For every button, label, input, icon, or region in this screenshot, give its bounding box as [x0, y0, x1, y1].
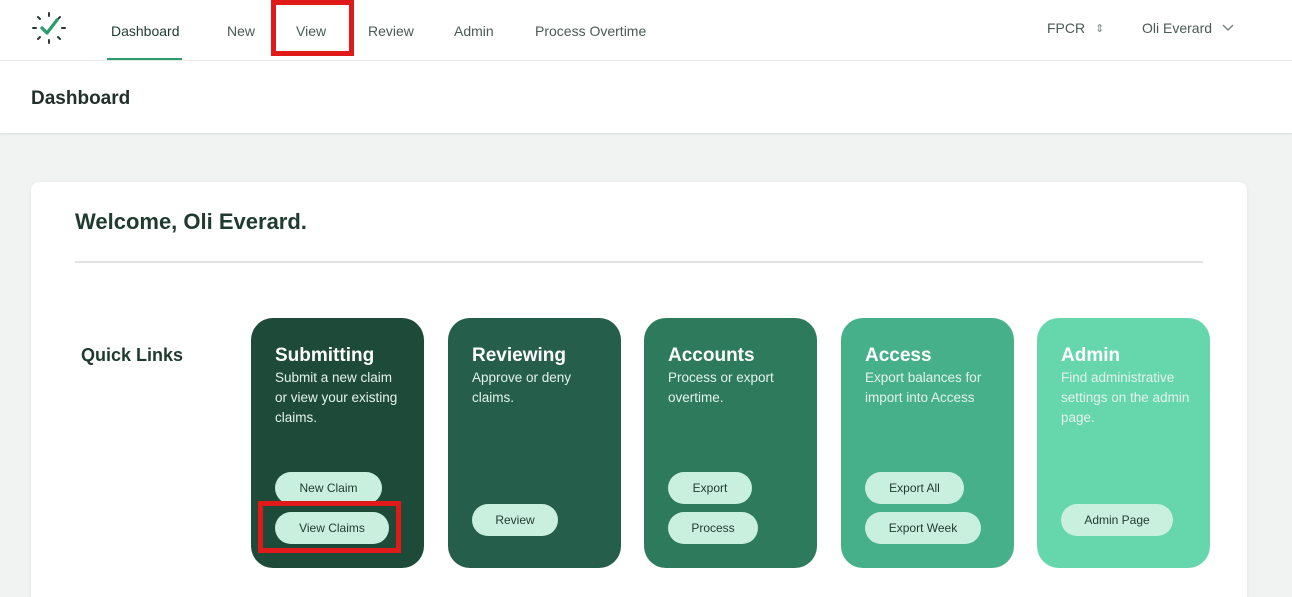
nav-view[interactable]: View — [296, 0, 326, 61]
nav-review[interactable]: Review — [368, 0, 414, 61]
page-title: Dashboard — [31, 88, 131, 109]
tile-accounts: Accounts Process or export overtime. Exp… — [644, 318, 817, 568]
tile-reviewing: Reviewing Approve or deny claims. Review — [448, 318, 621, 568]
admin-page-button[interactable]: Admin Page — [1061, 504, 1173, 536]
tile-submitting: Submitting Submit a new claim or view yo… — [251, 318, 424, 568]
tile-title: Reviewing — [472, 345, 566, 366]
clock-check-logo-icon[interactable] — [30, 10, 68, 46]
tile-title: Submitting — [275, 345, 375, 366]
nav-dashboard[interactable]: Dashboard — [111, 0, 180, 61]
chevron-up-down-icon: ⇕ — [1095, 22, 1105, 35]
new-claim-button[interactable]: New Claim — [275, 472, 382, 504]
review-button[interactable]: Review — [472, 504, 558, 536]
welcome-heading: Welcome, Oli Everard. — [75, 209, 307, 234]
top-nav: Dashboard New View Review Admin Process … — [0, 0, 1292, 61]
active-tab-indicator — [107, 58, 182, 60]
export-week-button[interactable]: Export Week — [865, 512, 981, 544]
export-all-button[interactable]: Export All — [865, 472, 964, 504]
dashboard-card: Welcome, Oli Everard. Quick Links Submit… — [31, 182, 1247, 597]
tile-description: Process or export overtime. — [668, 370, 774, 405]
user-menu[interactable]: Oli Everard — [1142, 0, 1234, 56]
org-selector-label: FPCR — [1047, 20, 1086, 36]
view-claims-button[interactable]: View Claims — [275, 512, 389, 544]
tile-description: Approve or deny claims. — [472, 370, 572, 405]
chevron-down-icon — [1222, 24, 1234, 32]
process-button[interactable]: Process — [668, 512, 758, 544]
nav-admin[interactable]: Admin — [454, 0, 494, 61]
tile-title: Access — [865, 345, 932, 366]
tile-access: Access Export balances for import into A… — [841, 318, 1014, 568]
page-header: Dashboard — [0, 61, 1292, 134]
export-button[interactable]: Export — [668, 472, 752, 504]
tile-description: Export balances for import into Access — [865, 370, 982, 405]
org-selector[interactable]: FPCR ⇕ — [1047, 0, 1104, 56]
tile-title: Admin — [1061, 345, 1121, 366]
tile-title: Accounts — [668, 345, 755, 366]
divider — [75, 261, 1203, 263]
nav-process-overtime[interactable]: Process Overtime — [535, 0, 646, 61]
user-menu-label: Oli Everard — [1142, 20, 1213, 36]
tile-description: Find administrative settings on the admi… — [1061, 370, 1190, 425]
quick-links-label: Quick Links — [81, 345, 184, 365]
tile-admin: Admin Find administrative settings on th… — [1037, 318, 1210, 568]
nav-new[interactable]: New — [227, 0, 255, 61]
tile-description: Submit a new claim or view your existing… — [275, 370, 398, 425]
